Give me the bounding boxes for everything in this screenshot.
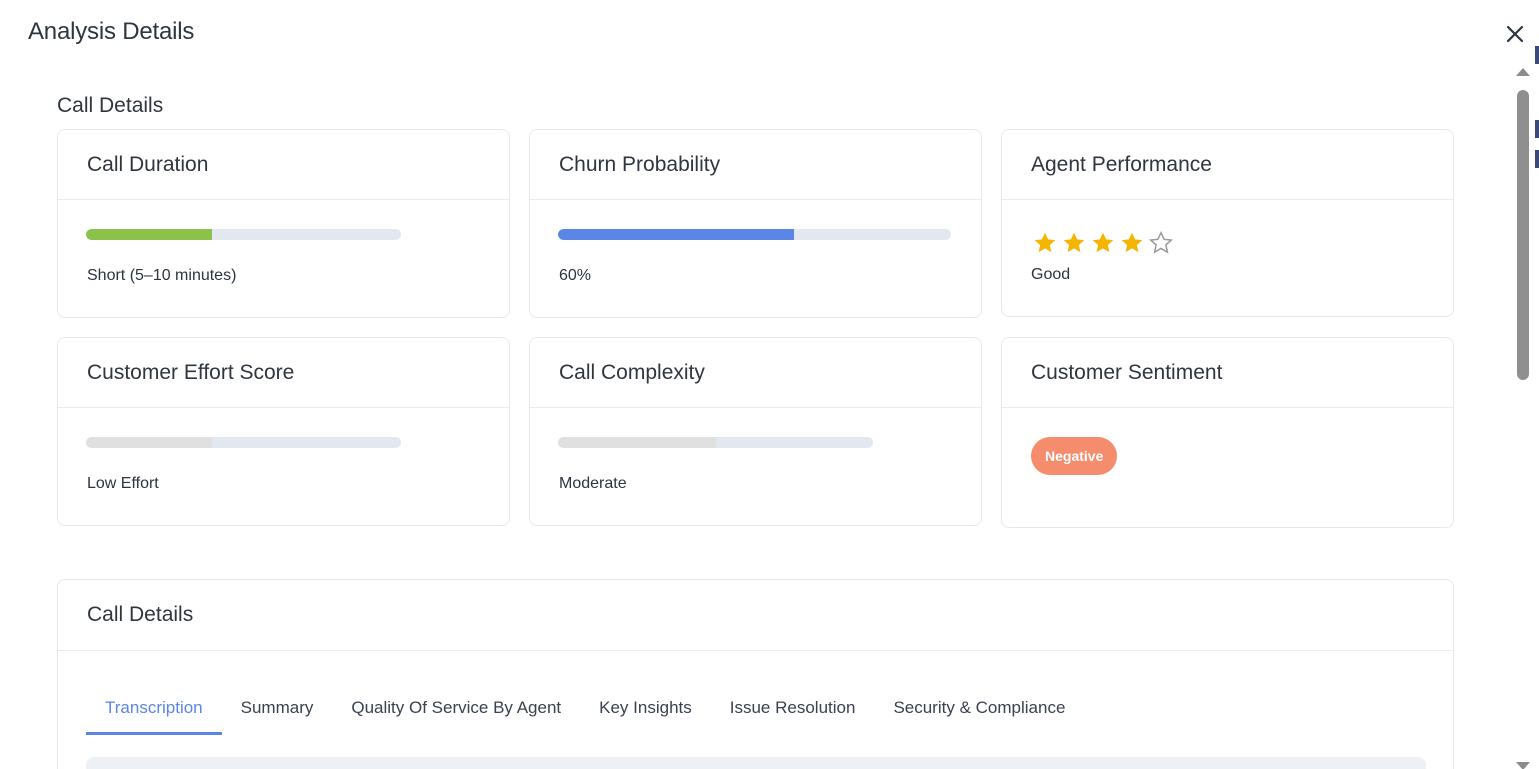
agent-performance-card: Agent Performance Good	[1001, 129, 1454, 317]
customer-sentiment-card: Customer Sentiment Negative	[1001, 337, 1454, 528]
tab-quality-of-service-by-agent[interactable]: Quality Of Service By Agent	[332, 690, 580, 735]
tab-summary[interactable]: Summary	[222, 690, 333, 735]
scrollbar[interactable]	[1513, 64, 1531, 769]
card-title: Churn Probability	[530, 130, 981, 200]
close-icon[interactable]	[1503, 22, 1527, 46]
progress-fill	[86, 437, 212, 448]
call-complexity-card: Call Complexity Moderate	[529, 337, 982, 526]
sentiment-badge: Negative	[1031, 437, 1118, 475]
call-duration-card: Call Duration Short (5–10 minutes)	[57, 129, 510, 318]
star-rating	[1032, 230, 1174, 256]
page-edge-mark	[1535, 150, 1539, 168]
card-title: Call Complexity	[530, 338, 981, 408]
star-empty-icon	[1148, 230, 1174, 254]
progress-track	[558, 437, 873, 448]
star-filled-icon	[1034, 232, 1056, 253]
card-title: Customer Sentiment	[1002, 338, 1453, 408]
scroll-thumb[interactable]	[1517, 90, 1529, 380]
card-value: Short (5–10 minutes)	[87, 267, 237, 284]
progress-track	[558, 229, 951, 240]
scroll-down-arrow-icon[interactable]	[1516, 762, 1530, 769]
progress-fill	[86, 229, 212, 240]
modal-title: Analysis Details	[28, 18, 195, 45]
rating-label: Good	[1031, 266, 1071, 283]
tab-transcription[interactable]: Transcription	[86, 690, 222, 735]
progress-track	[86, 229, 401, 240]
customer-effort-card: Customer Effort Score Low Effort	[57, 337, 510, 526]
page-edge-mark	[1535, 46, 1539, 64]
tab-issue-resolution[interactable]: Issue Resolution	[711, 690, 875, 735]
churn-probability-card: Churn Probability 60%	[529, 129, 982, 318]
progress-fill	[558, 437, 716, 448]
page-edge-strip	[1533, 0, 1539, 769]
tab-key-insights[interactable]: Key Insights	[580, 690, 711, 735]
star-filled-icon	[1063, 232, 1085, 253]
section-title: Call Details	[57, 94, 164, 117]
page-edge-mark	[1535, 120, 1539, 138]
card-value: Moderate	[559, 475, 627, 492]
card-title: Call Duration	[58, 130, 509, 200]
close-button[interactable]	[1503, 22, 1527, 46]
card-title: Agent Performance	[1002, 130, 1453, 200]
star-filled-icon	[1121, 232, 1143, 253]
scroll-up-arrow-icon[interactable]	[1516, 68, 1530, 76]
card-value: Low Effort	[87, 475, 159, 492]
progress-track	[86, 437, 401, 448]
details-title: Call Details	[58, 580, 1453, 651]
card-value: 60%	[559, 267, 592, 284]
star-filled-icon	[1092, 232, 1114, 253]
tab-content-area	[86, 757, 1426, 769]
card-title: Customer Effort Score	[58, 338, 509, 408]
tab-security-compliance[interactable]: Security & Compliance	[874, 690, 1084, 735]
call-details-panel: Call Details Transcription Summary Quality…	[57, 579, 1454, 769]
progress-fill	[558, 229, 794, 240]
details-tabs: Transcription Summary Quality Of Service B…	[86, 690, 1084, 735]
